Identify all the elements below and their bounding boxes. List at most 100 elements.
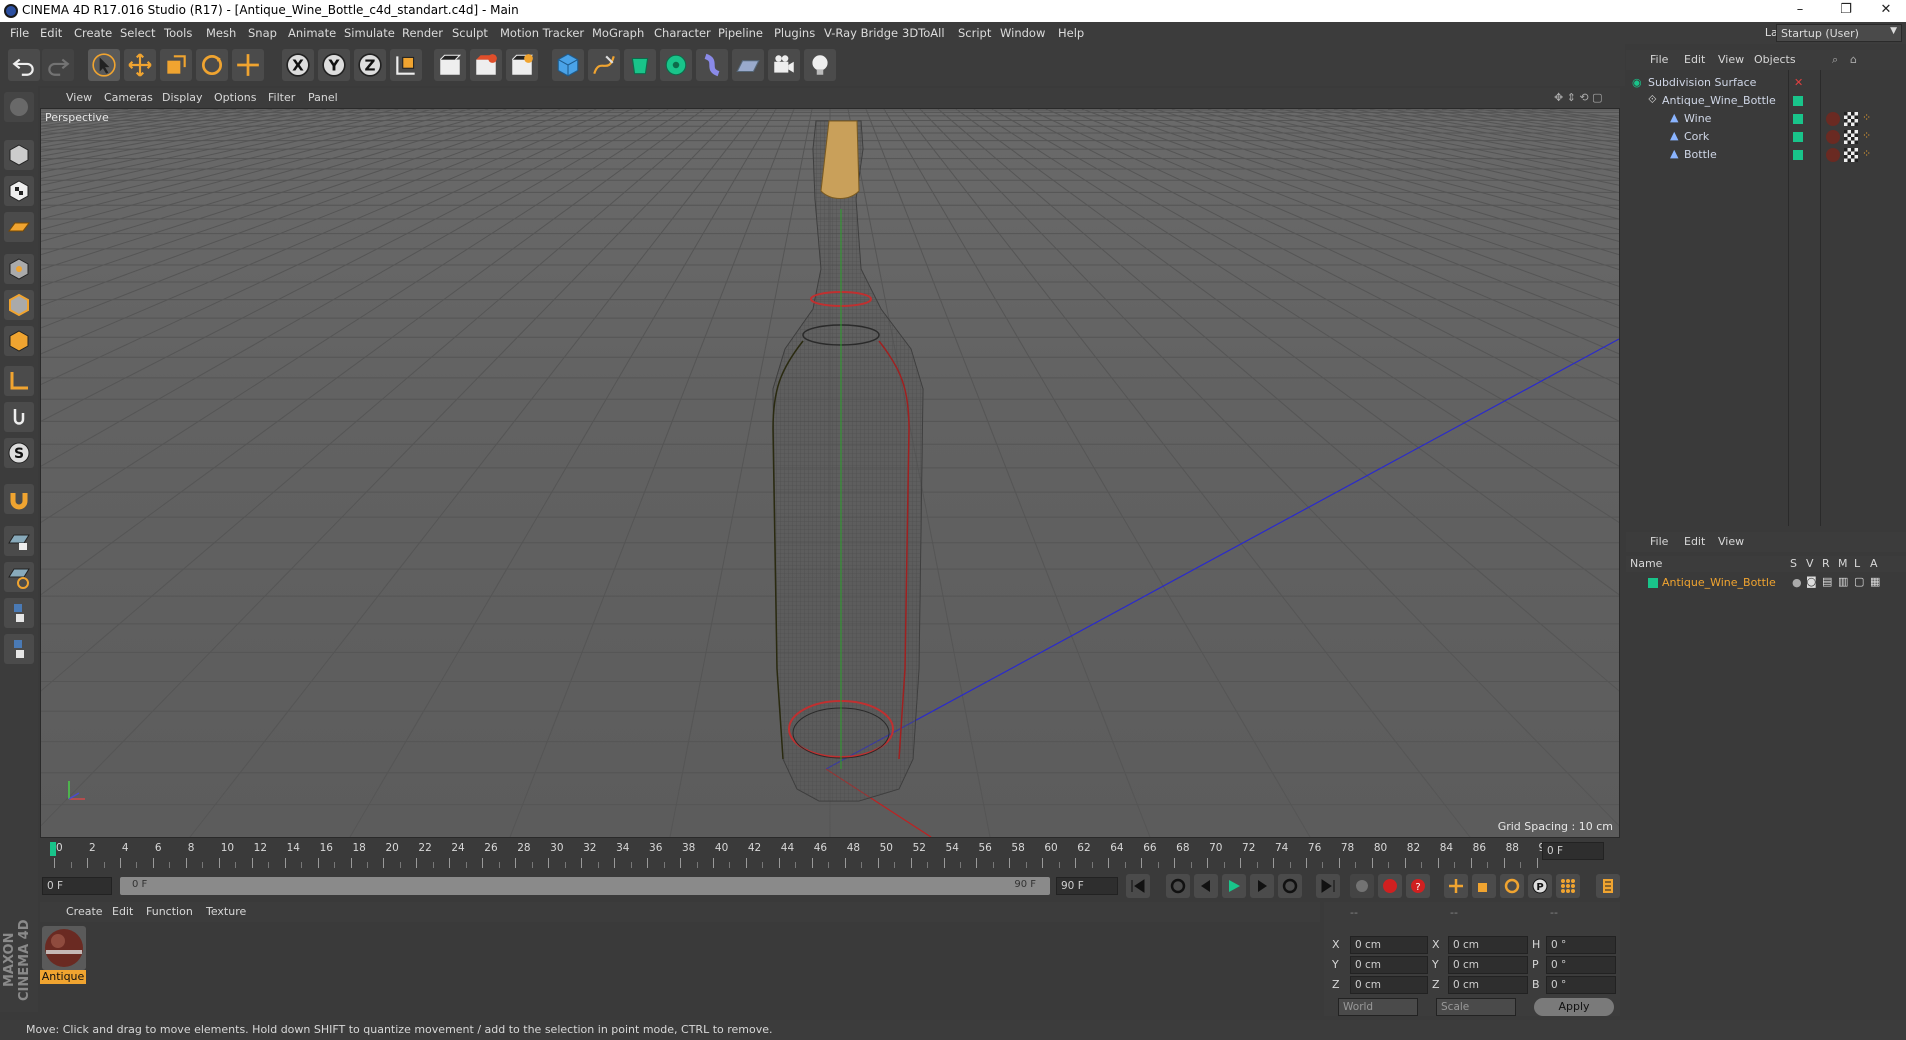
material-menu-create[interactable]: Create bbox=[66, 905, 103, 918]
pla-key-icon[interactable] bbox=[1556, 874, 1580, 898]
layers-menu-edit[interactable]: Edit bbox=[1684, 535, 1705, 548]
layer-manager-icon[interactable]: ▥ bbox=[1838, 575, 1848, 588]
menu-vray-bridge[interactable]: V-Ray Bridge bbox=[824, 26, 898, 40]
objects-menu-objects[interactable]: Objects bbox=[1754, 53, 1796, 66]
position-y-field[interactable]: 0 cm bbox=[1350, 956, 1428, 974]
z-axis-lock-icon[interactable]: Z bbox=[354, 49, 386, 81]
y-axis-lock-icon[interactable]: Y bbox=[318, 49, 350, 81]
light-icon[interactable] bbox=[804, 49, 836, 81]
viewport-menu-view[interactable]: View bbox=[66, 91, 92, 104]
nurbs-icon[interactable] bbox=[624, 49, 656, 81]
uvw-tag-icon[interactable] bbox=[1844, 112, 1858, 126]
size-z-field[interactable]: 0 cm bbox=[1448, 976, 1528, 994]
edit-render-settings-icon[interactable] bbox=[506, 49, 538, 81]
apply-button[interactable]: Apply bbox=[1534, 998, 1614, 1016]
menu-character[interactable]: Character bbox=[654, 26, 711, 40]
next-frame-icon[interactable] bbox=[1250, 874, 1274, 898]
menu-pipeline[interactable]: Pipeline bbox=[718, 26, 763, 40]
object-row[interactable]: ▲ Cork ⁘ bbox=[1626, 128, 1906, 146]
spline-pen-icon[interactable] bbox=[588, 49, 620, 81]
param-key-icon[interactable]: P bbox=[1528, 874, 1552, 898]
menu-select[interactable]: Select bbox=[120, 26, 155, 40]
make-editable-icon[interactable] bbox=[4, 92, 34, 122]
live-selection-icon[interactable] bbox=[232, 49, 264, 81]
phong-tag-icon[interactable]: ⁘ bbox=[1862, 147, 1871, 160]
position-x-field[interactable]: 0 cm bbox=[1350, 936, 1428, 954]
uvw-tag-icon[interactable] bbox=[1844, 148, 1858, 162]
frame-range-slider[interactable]: 0 F 90 F bbox=[120, 877, 1050, 895]
position-z-field[interactable]: 0 cm bbox=[1350, 976, 1428, 994]
menu-animate[interactable]: Animate bbox=[288, 26, 336, 40]
phong-tag-icon[interactable]: ⁘ bbox=[1862, 111, 1871, 124]
cube-primitive-icon[interactable] bbox=[552, 49, 584, 81]
material-label[interactable]: Antique bbox=[40, 970, 86, 984]
material-tag-icon[interactable] bbox=[1826, 148, 1840, 162]
restore-button[interactable]: ❐ bbox=[1826, 2, 1866, 17]
size-mode-select[interactable]: Scale bbox=[1436, 998, 1516, 1016]
points-mode-icon[interactable] bbox=[4, 254, 34, 284]
menu-mesh[interactable]: Mesh bbox=[206, 26, 236, 40]
viewport-menu-options[interactable]: Options bbox=[214, 91, 256, 104]
menu-create[interactable]: Create bbox=[74, 26, 112, 40]
tweak-mode-icon[interactable] bbox=[4, 402, 34, 432]
object-row[interactable]: ⟐ Antique_Wine_Bottle bbox=[1626, 92, 1906, 110]
viewport-menu-display[interactable]: Display bbox=[162, 91, 203, 104]
viewport-perspective[interactable]: Perspective Grid Spacing : 10 cm bbox=[40, 108, 1620, 838]
menu-simulate[interactable]: Simulate bbox=[344, 26, 395, 40]
menu-edit[interactable]: Edit bbox=[40, 26, 62, 40]
layer-render-icon[interactable]: ▤ bbox=[1822, 575, 1832, 588]
search-icon[interactable]: ⌕ bbox=[1832, 53, 1838, 67]
object-row[interactable]: ▲ Wine ⁘ bbox=[1626, 110, 1906, 128]
layer-vis-icon[interactable] bbox=[4, 562, 34, 592]
material-tag-icon[interactable] bbox=[1826, 130, 1840, 144]
size-y-field[interactable]: 0 cm bbox=[1448, 956, 1528, 974]
texture-mode-icon[interactable] bbox=[4, 176, 34, 206]
layer-lock-icon[interactable] bbox=[4, 526, 34, 556]
object-row[interactable]: ▲ Bottle ⁘ bbox=[1626, 146, 1906, 164]
redo-icon[interactable] bbox=[42, 49, 74, 81]
render-view-icon[interactable] bbox=[434, 49, 466, 81]
autokey-icon[interactable]: ? bbox=[1406, 874, 1430, 898]
model-mode-icon[interactable] bbox=[4, 140, 34, 170]
floor-icon[interactable] bbox=[732, 49, 764, 81]
phong-tag-icon[interactable]: ⁘ bbox=[1862, 129, 1871, 142]
polygons-mode-icon[interactable] bbox=[4, 326, 34, 356]
minimize-button[interactable]: – bbox=[1780, 2, 1820, 17]
select-arrow-icon[interactable] bbox=[88, 49, 120, 81]
viewport-menu-filter[interactable]: Filter bbox=[268, 91, 295, 104]
objects-menu-view[interactable]: View bbox=[1718, 53, 1744, 66]
solo-icon[interactable]: S bbox=[4, 438, 34, 468]
workplane-mode-icon[interactable] bbox=[4, 212, 34, 242]
camera-icon[interactable] bbox=[768, 49, 800, 81]
objects-menu-edit[interactable]: Edit bbox=[1684, 53, 1705, 66]
layer-lock-icon[interactable]: ▢ bbox=[1854, 575, 1864, 588]
material-tag-icon[interactable] bbox=[1826, 112, 1840, 126]
size-x-field[interactable]: 0 cm bbox=[1448, 936, 1528, 954]
timeline-ruler[interactable]: 0 2 4 6 8 10 12 14 16 18 20 22 24 26 28 30 32 34 36 38 40 42 4… bbox=[40, 840, 1620, 874]
world-coords-icon[interactable] bbox=[390, 49, 422, 81]
viewport-menu-panel[interactable]: Panel bbox=[308, 91, 338, 104]
menu-sculpt[interactable]: Sculpt bbox=[452, 26, 488, 40]
coord-mode-select[interactable]: World bbox=[1338, 998, 1418, 1016]
layer-visible-icon[interactable]: ◙ bbox=[1806, 575, 1817, 588]
prev-frame-icon[interactable] bbox=[1194, 874, 1218, 898]
uvw-tag-icon[interactable] bbox=[1844, 130, 1858, 144]
scale-icon[interactable] bbox=[160, 49, 192, 81]
playhead[interactable] bbox=[50, 842, 56, 856]
motion-record-icon[interactable] bbox=[1350, 874, 1374, 898]
material-menu-function[interactable]: Function bbox=[146, 905, 193, 918]
python-icon[interactable] bbox=[4, 598, 34, 628]
rotate-icon[interactable] bbox=[196, 49, 228, 81]
axis-mode-icon[interactable] bbox=[4, 366, 34, 396]
rotation-b-field[interactable]: 0 ° bbox=[1546, 976, 1616, 994]
deformer-icon[interactable] bbox=[696, 49, 728, 81]
rotation-h-field[interactable]: 0 ° bbox=[1546, 936, 1616, 954]
rotation-p-field[interactable]: 0 ° bbox=[1546, 956, 1616, 974]
menu-window[interactable]: Window bbox=[1000, 26, 1045, 40]
prev-key-icon[interactable] bbox=[1166, 874, 1190, 898]
layers-menu-file[interactable]: File bbox=[1650, 535, 1668, 548]
menu-tools[interactable]: Tools bbox=[164, 26, 192, 40]
material-menu-texture[interactable]: Texture bbox=[206, 905, 246, 918]
close-button[interactable]: ✕ bbox=[1866, 2, 1906, 17]
move-icon[interactable] bbox=[124, 49, 156, 81]
